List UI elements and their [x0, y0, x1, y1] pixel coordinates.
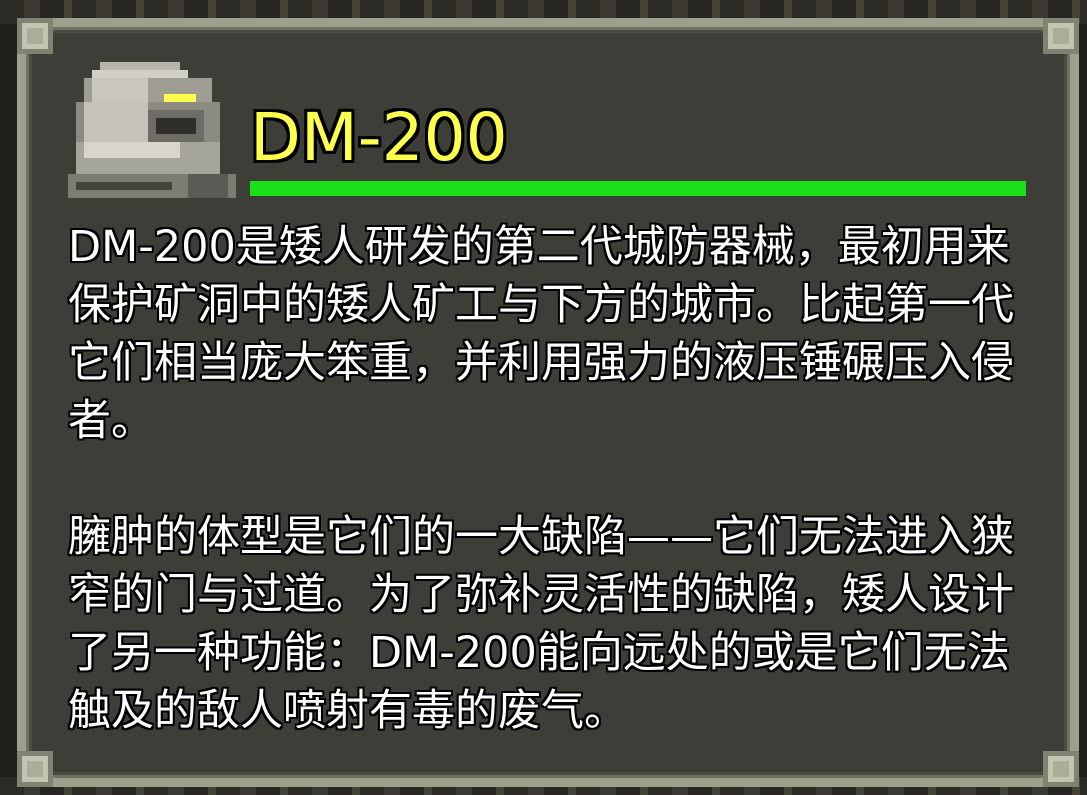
window-corner-ornament: [17, 18, 53, 54]
dm-200-sprite-icon: [68, 62, 236, 198]
window-corner-ornament: [1043, 18, 1079, 54]
health-bar-fill: [250, 181, 1026, 196]
description-paragraph: DM-200是矮人研发的第二代城防器械，最初用来保护矿洞中的矮人矿工与下方的城市…: [68, 222, 1014, 446]
description-paragraph: 臃肿的体型是它们的一大缺陷——它们无法进入狭窄的门与过道。为了弥补灵活性的缺陷，…: [68, 512, 1014, 736]
health-bar: [250, 181, 1026, 196]
window-corner-ornament: [1043, 751, 1079, 787]
mob-description: DM-200是矮人研发的第二代城防器械，最初用来保护矿洞中的矮人矿工与下方的城市…: [68, 218, 1018, 740]
window-corner-ornament: [17, 751, 53, 787]
mob-name-title: DM-200: [250, 99, 508, 176]
